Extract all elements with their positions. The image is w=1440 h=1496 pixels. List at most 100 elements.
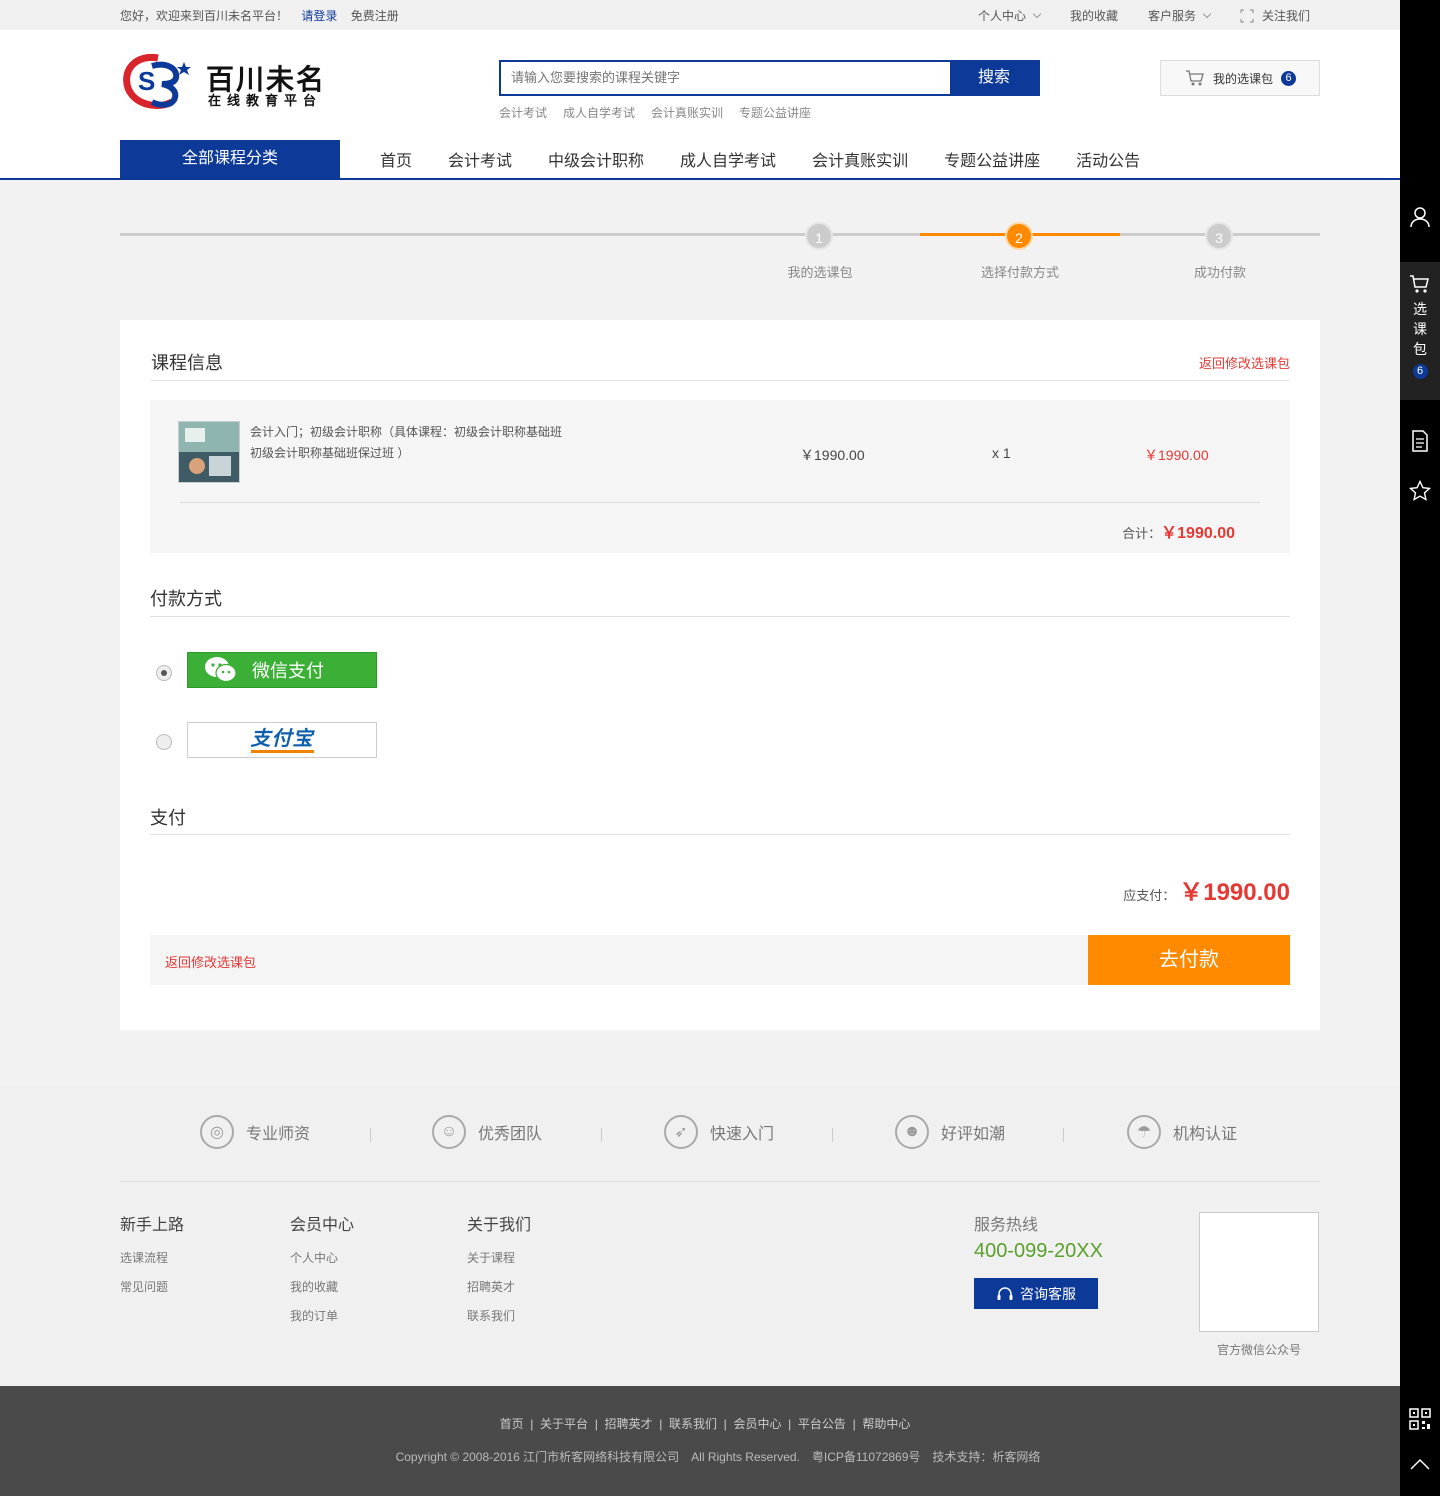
step-line [120,233,920,236]
logo-subtitle: 在线教育平台 [208,93,323,108]
total-amount: ￥1990.00 [1161,525,1235,542]
nav-link-self-study[interactable]: 成人自学考试 [680,147,776,171]
nav-link-home[interactable]: 首页 [380,147,412,171]
pay-button[interactable]: 去付款 [1088,935,1290,985]
hot-keyword-link[interactable]: 专题公益讲座 [739,104,811,121]
footer-link[interactable]: 招聘英才 [467,1280,515,1294]
alipay-radio[interactable] [156,734,172,750]
main-nav: 全部课程分类 首页 会计考试 中级会计职称 成人自学考试 会计真账实训 专题公益… [120,140,1140,178]
footer-link[interactable]: 联系我们 [467,1309,515,1323]
customer-service-menu[interactable]: 客户服务 [1148,7,1212,24]
copyright: Copyright © 2008-2016 江门市析客网络科技有限公司 All … [395,1450,1041,1464]
sidebar-qr-button[interactable] [1400,1408,1440,1432]
divider [150,380,1290,381]
consult-button[interactable]: 咨询客服 [974,1278,1098,1309]
nav-link-lectures[interactable]: 专题公益讲座 [944,147,1040,171]
sidebar-user-button[interactable] [1400,206,1440,236]
feature-label: 优秀团队 [478,1126,543,1143]
amount-due-label: 应支付： [1123,888,1176,903]
bottom-link[interactable]: 关于平台 [540,1417,588,1431]
step-3-label: 成功付款 [1193,265,1246,280]
divider [150,616,1290,617]
sidebar-favorites-button[interactable] [1400,479,1440,504]
hot-keyword-link[interactable]: 成人自学考试 [563,104,635,121]
document-icon [1412,430,1428,452]
nav-link-accounting-exam[interactable]: 会计考试 [448,147,512,171]
search-button[interactable]: 搜索 [950,62,1038,94]
register-link[interactable]: 免费注册 [351,9,399,23]
qr-caption: 官方微信公众号 [1216,1343,1301,1357]
footer-col-title: 会员中心 [290,1217,355,1234]
wechat-pay-option[interactable]: 微信支付 [187,652,377,688]
footer-link[interactable]: 选课流程 [120,1251,168,1265]
divider [120,1181,1320,1182]
course-thumbnail[interactable] [178,421,240,483]
footer-link[interactable]: 我的订单 [290,1309,338,1323]
all-categories-button[interactable]: 全部课程分类 [120,140,340,178]
separator: | [652,1417,669,1431]
qr-code-icon [1409,1408,1431,1430]
bottom-link[interactable]: 会员中心 [733,1417,781,1431]
favorites-label: 我的收藏 [1069,9,1118,23]
scan-icon [1240,8,1254,23]
payment-method-title: 付款方式 [150,589,222,609]
pay-title: 支付 [150,808,186,828]
bottom-link[interactable]: 平台公告 [798,1417,846,1431]
separator [832,1128,833,1142]
hotline-number: 400-099-20XX [974,1240,1103,1262]
follow-us-link[interactable]: 关注我们 [1240,7,1310,24]
course-name[interactable]: 会计入门；初级会计职称（具体课程：初级会计职称基础班 初级会计职称基础班保过班 … [250,422,562,464]
step-3-circle: 3 [1205,222,1233,250]
search-input[interactable] [501,62,950,94]
cart-icon [1186,70,1204,86]
back-to-top-button[interactable] [1400,1456,1440,1480]
bottom-bar: 首页 | 关于平台 | 招聘英才 | 联系我们 | 会员中心 | 平台公告 | … [0,1386,1400,1496]
footer-link[interactable]: 关于课程 [467,1251,515,1265]
back-to-cart-link[interactable]: 返回修改选课包 [1199,353,1290,372]
total-row: 合计： ￥1990.00 [1122,519,1235,543]
nav-link-intermediate[interactable]: 中级会计职称 [548,147,644,171]
bottom-link[interactable]: 联系我们 [669,1417,717,1431]
amount-due: ￥1990.00 [1179,879,1290,906]
sidebar-cart-button[interactable]: 选 课 包 6 [1400,262,1440,400]
hot-keyword-link[interactable]: 会计考试 [499,104,547,121]
course-image [179,422,239,482]
amount-due-row: 应支付： ￥1990.00 [1123,872,1290,907]
login-link[interactable]: 请登录 [301,9,337,23]
footer-link[interactable]: 个人中心 [290,1251,338,1265]
svg-text:S: S [138,66,155,96]
back-to-cart-link-bottom[interactable]: 返回修改选课包 [165,952,256,971]
hot-keywords: 会计考试 成人自学考试 会计真账实训 专题公益讲座 [499,104,811,121]
cart-button[interactable]: 我的选课包 6 [1160,60,1320,96]
nav-link-practical[interactable]: 会计真账实训 [812,147,908,171]
course-name-line-2: 初级会计职称基础班保过班 ） [250,446,410,460]
personal-center-menu[interactable]: 个人中心 [978,7,1042,24]
cart-label: 我的选课包 [1213,71,1274,86]
hotline-label: 服务热线 [974,1217,1039,1234]
favorites-link[interactable]: 我的收藏 [1070,7,1118,24]
footer-link[interactable]: 常见问题 [120,1280,168,1294]
top-bar: 您好，欢迎来到百川未名平台！ 请登录 免费注册 个人中心 我的收藏 客户服务 关… [0,0,1400,30]
feature-quick-start: ➶ 快速入门 [664,1115,774,1149]
sidebar-orders-button[interactable] [1400,430,1440,454]
consult-label: 咨询客服 [1020,1285,1076,1302]
follow-us-label: 关注我们 [1261,9,1310,23]
sidebar-cart-char: 选 [1413,301,1427,317]
bottom-link[interactable]: 帮助中心 [862,1417,910,1431]
footer-link[interactable]: 我的收藏 [290,1280,338,1294]
feature-label: 快速入门 [710,1126,775,1143]
course-item: 会计入门；初级会计职称（具体课程：初级会计职称基础班 初级会计职称基础班保过班 … [150,400,1290,553]
logo[interactable]: S 百川未名 在线教育平台 [122,52,352,112]
bottom-link[interactable]: 首页 [500,1417,524,1431]
bottom-link[interactable]: 招聘英才 [605,1417,653,1431]
sidebar-cart-badge: 6 [1412,364,1428,379]
nav-link-announcements[interactable]: 活动公告 [1076,147,1140,171]
alipay-option[interactable]: 支付宝 [187,722,377,758]
divider [180,502,1260,503]
feature-label: 专业师资 [246,1126,311,1143]
hot-keyword-link[interactable]: 会计真账实训 [651,104,723,121]
step-1-circle: 1 [805,222,833,250]
chevron-up-icon [1410,1458,1430,1470]
wechat-radio[interactable] [156,665,172,681]
unit-price: ￥1990.00 [800,447,865,463]
